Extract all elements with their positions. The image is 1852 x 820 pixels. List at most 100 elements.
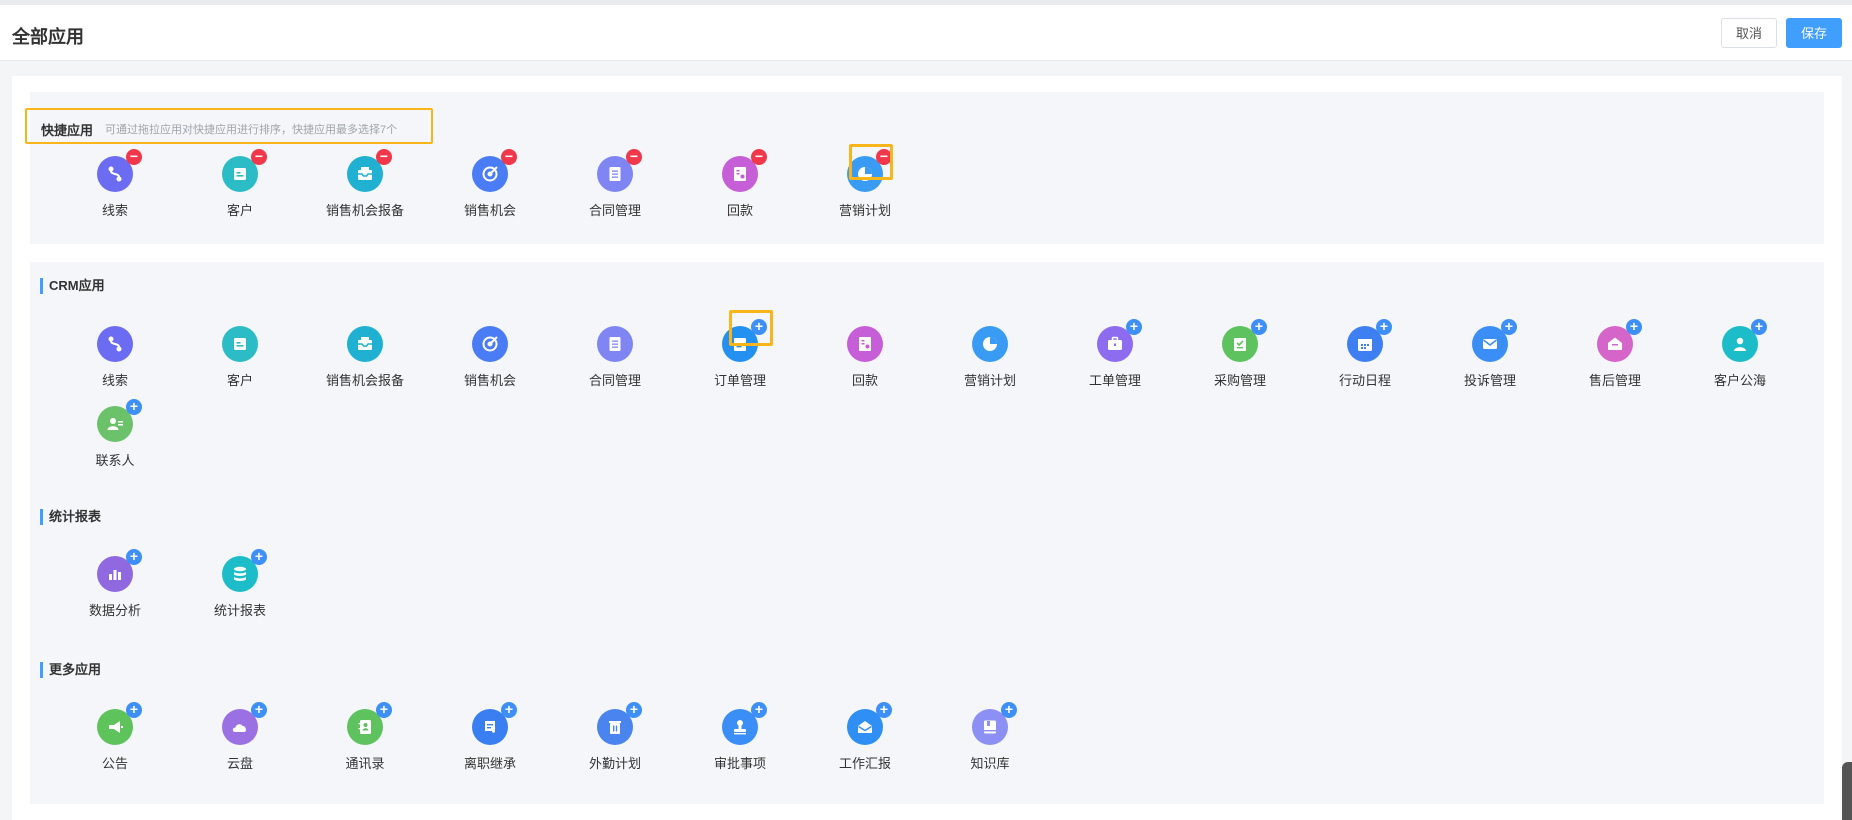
app-label: 回款: [726, 203, 753, 218]
pie-chart-icon: [972, 326, 1008, 362]
add-app-button[interactable]: +: [251, 702, 267, 718]
app-label: 云盘: [226, 756, 253, 771]
quick-app-1[interactable]: − 客户: [185, 149, 295, 218]
add-app-button[interactable]: +: [1501, 319, 1517, 335]
add-app-button[interactable]: +: [1376, 319, 1392, 335]
crm-app-13[interactable]: + 客户公海: [1685, 319, 1795, 388]
add-app-button[interactable]: +: [876, 702, 892, 718]
add-app-button[interactable]: +: [126, 702, 142, 718]
add-app-button[interactable]: +: [751, 702, 767, 718]
crm-app-9[interactable]: + 采购管理: [1185, 319, 1295, 388]
quick-app-3[interactable]: − 销售机会: [435, 149, 545, 218]
crm-app-0[interactable]: 线索: [60, 326, 170, 388]
crm-app-7[interactable]: 营销计划: [935, 326, 1045, 388]
app-label: 审批事项: [713, 756, 766, 771]
more-app-1[interactable]: + 云盘: [185, 702, 295, 771]
crm-app-6[interactable]: 回款: [810, 326, 920, 388]
crm-app-5[interactable]: + 订单管理: [685, 319, 795, 388]
crm-app-14[interactable]: + 联系人: [60, 399, 170, 468]
more-app-4[interactable]: + 外勤计划: [560, 702, 670, 771]
add-app-button[interactable]: +: [126, 399, 142, 415]
more-app-3[interactable]: + 离职继承: [435, 702, 545, 771]
crm-app-2[interactable]: 销售机会报备: [310, 326, 420, 388]
crm-app-4[interactable]: 合同管理: [560, 326, 670, 388]
quick-app-0[interactable]: − 线索: [60, 149, 170, 218]
add-app-button[interactable]: +: [1126, 319, 1142, 335]
more-app-5[interactable]: + 审批事项: [685, 702, 795, 771]
stats-app-1[interactable]: + 统计报表: [185, 549, 295, 618]
crm-app-1[interactable]: 客户: [185, 326, 295, 388]
quick-app-4[interactable]: − 合同管理: [560, 149, 670, 218]
page-title: 全部应用: [12, 27, 84, 47]
add-app-button[interactable]: +: [376, 702, 392, 718]
more-app-7[interactable]: + 知识库: [935, 702, 1045, 771]
app-label: 销售机会报备: [325, 203, 404, 218]
quick-app-6[interactable]: − 营销计划: [810, 149, 920, 218]
remove-app-button[interactable]: −: [251, 149, 267, 165]
add-app-button[interactable]: +: [501, 702, 517, 718]
app-label: 工作汇报: [838, 756, 891, 771]
app-label: 销售机会: [463, 203, 516, 218]
crm-app-10[interactable]: + 行动日程: [1310, 319, 1420, 388]
scrollbar-thumb[interactable]: [1842, 762, 1852, 820]
app-label: 销售机会报备: [325, 373, 404, 388]
app-label: 售后管理: [1588, 373, 1641, 388]
quick-app-5[interactable]: − 回款: [685, 149, 795, 218]
cancel-button[interactable]: 取消: [1721, 18, 1777, 48]
crm-section-title: CRM应用: [40, 278, 105, 294]
app-label: 客户公海: [1713, 373, 1766, 388]
document-icon: [597, 326, 633, 362]
app-label: 联系人: [95, 453, 135, 468]
apps-panel: 快捷应用 可通过拖拉应用对快捷应用进行排序，快捷应用最多选择7个 − 线索 − 客户 −…: [12, 76, 1842, 820]
receipt-icon: [847, 326, 883, 362]
app-label: 销售机会: [463, 373, 516, 388]
app-label: 回款: [851, 373, 878, 388]
app-label: 知识库: [970, 756, 1010, 771]
quick-apps-hint: 可通过拖拉应用对快捷应用进行排序，快捷应用最多选择7个: [105, 124, 398, 136]
stats-app-0[interactable]: + 数据分析: [60, 549, 170, 618]
remove-app-button[interactable]: −: [126, 149, 142, 165]
stats-section-title: 统计报表: [40, 509, 101, 525]
app-label: 订单管理: [713, 373, 766, 388]
app-label: 离职继承: [463, 756, 516, 771]
app-label: 线索: [101, 373, 128, 388]
add-app-button[interactable]: +: [1751, 319, 1767, 335]
crm-app-3[interactable]: 销售机会: [435, 326, 545, 388]
route-icon: [97, 326, 133, 362]
quick-app-2[interactable]: − 销售机会报备: [310, 149, 420, 219]
app-label: 采购管理: [1213, 373, 1266, 388]
remove-app-button[interactable]: −: [376, 149, 392, 165]
app-label: 行动日程: [1338, 373, 1391, 388]
add-app-button[interactable]: +: [1251, 319, 1267, 335]
add-app-button[interactable]: +: [251, 549, 267, 565]
app-label: 通讯录: [345, 756, 385, 771]
crm-app-8[interactable]: + 工单管理: [1060, 319, 1170, 388]
crm-app-12[interactable]: + 售后管理: [1560, 319, 1670, 388]
remove-app-button[interactable]: −: [876, 149, 892, 165]
app-label: 营销计划: [838, 203, 891, 218]
save-button[interactable]: 保存: [1786, 18, 1842, 48]
crm-app-11[interactable]: + 投诉管理: [1435, 319, 1545, 388]
remove-app-button[interactable]: −: [751, 149, 767, 165]
add-app-button[interactable]: +: [626, 702, 642, 718]
add-app-button[interactable]: +: [1001, 702, 1017, 718]
more-section-title: 更多应用: [40, 662, 101, 678]
add-app-button[interactable]: +: [751, 319, 767, 335]
app-label: 营销计划: [963, 373, 1016, 388]
app-label: 外勤计划: [588, 756, 641, 771]
remove-app-button[interactable]: −: [501, 149, 517, 165]
add-app-button[interactable]: +: [126, 549, 142, 565]
page-header: 全部应用 取消 保存: [0, 5, 1852, 61]
customer-card-icon: [222, 326, 258, 362]
add-app-button[interactable]: +: [1626, 319, 1642, 335]
more-app-6[interactable]: + 工作汇报: [810, 702, 920, 771]
app-label: 合同管理: [588, 373, 641, 388]
remove-app-button[interactable]: −: [626, 149, 642, 165]
more-app-0[interactable]: + 公告: [60, 702, 170, 771]
quick-apps-header: 快捷应用 可通过拖拉应用对快捷应用进行排序，快捷应用最多选择7个: [25, 108, 433, 144]
app-label: 客户: [226, 373, 253, 388]
app-label: 公告: [101, 756, 128, 771]
app-label: 投诉管理: [1463, 373, 1516, 388]
app-label: 合同管理: [588, 203, 641, 218]
more-app-2[interactable]: + 通讯录: [310, 702, 420, 771]
